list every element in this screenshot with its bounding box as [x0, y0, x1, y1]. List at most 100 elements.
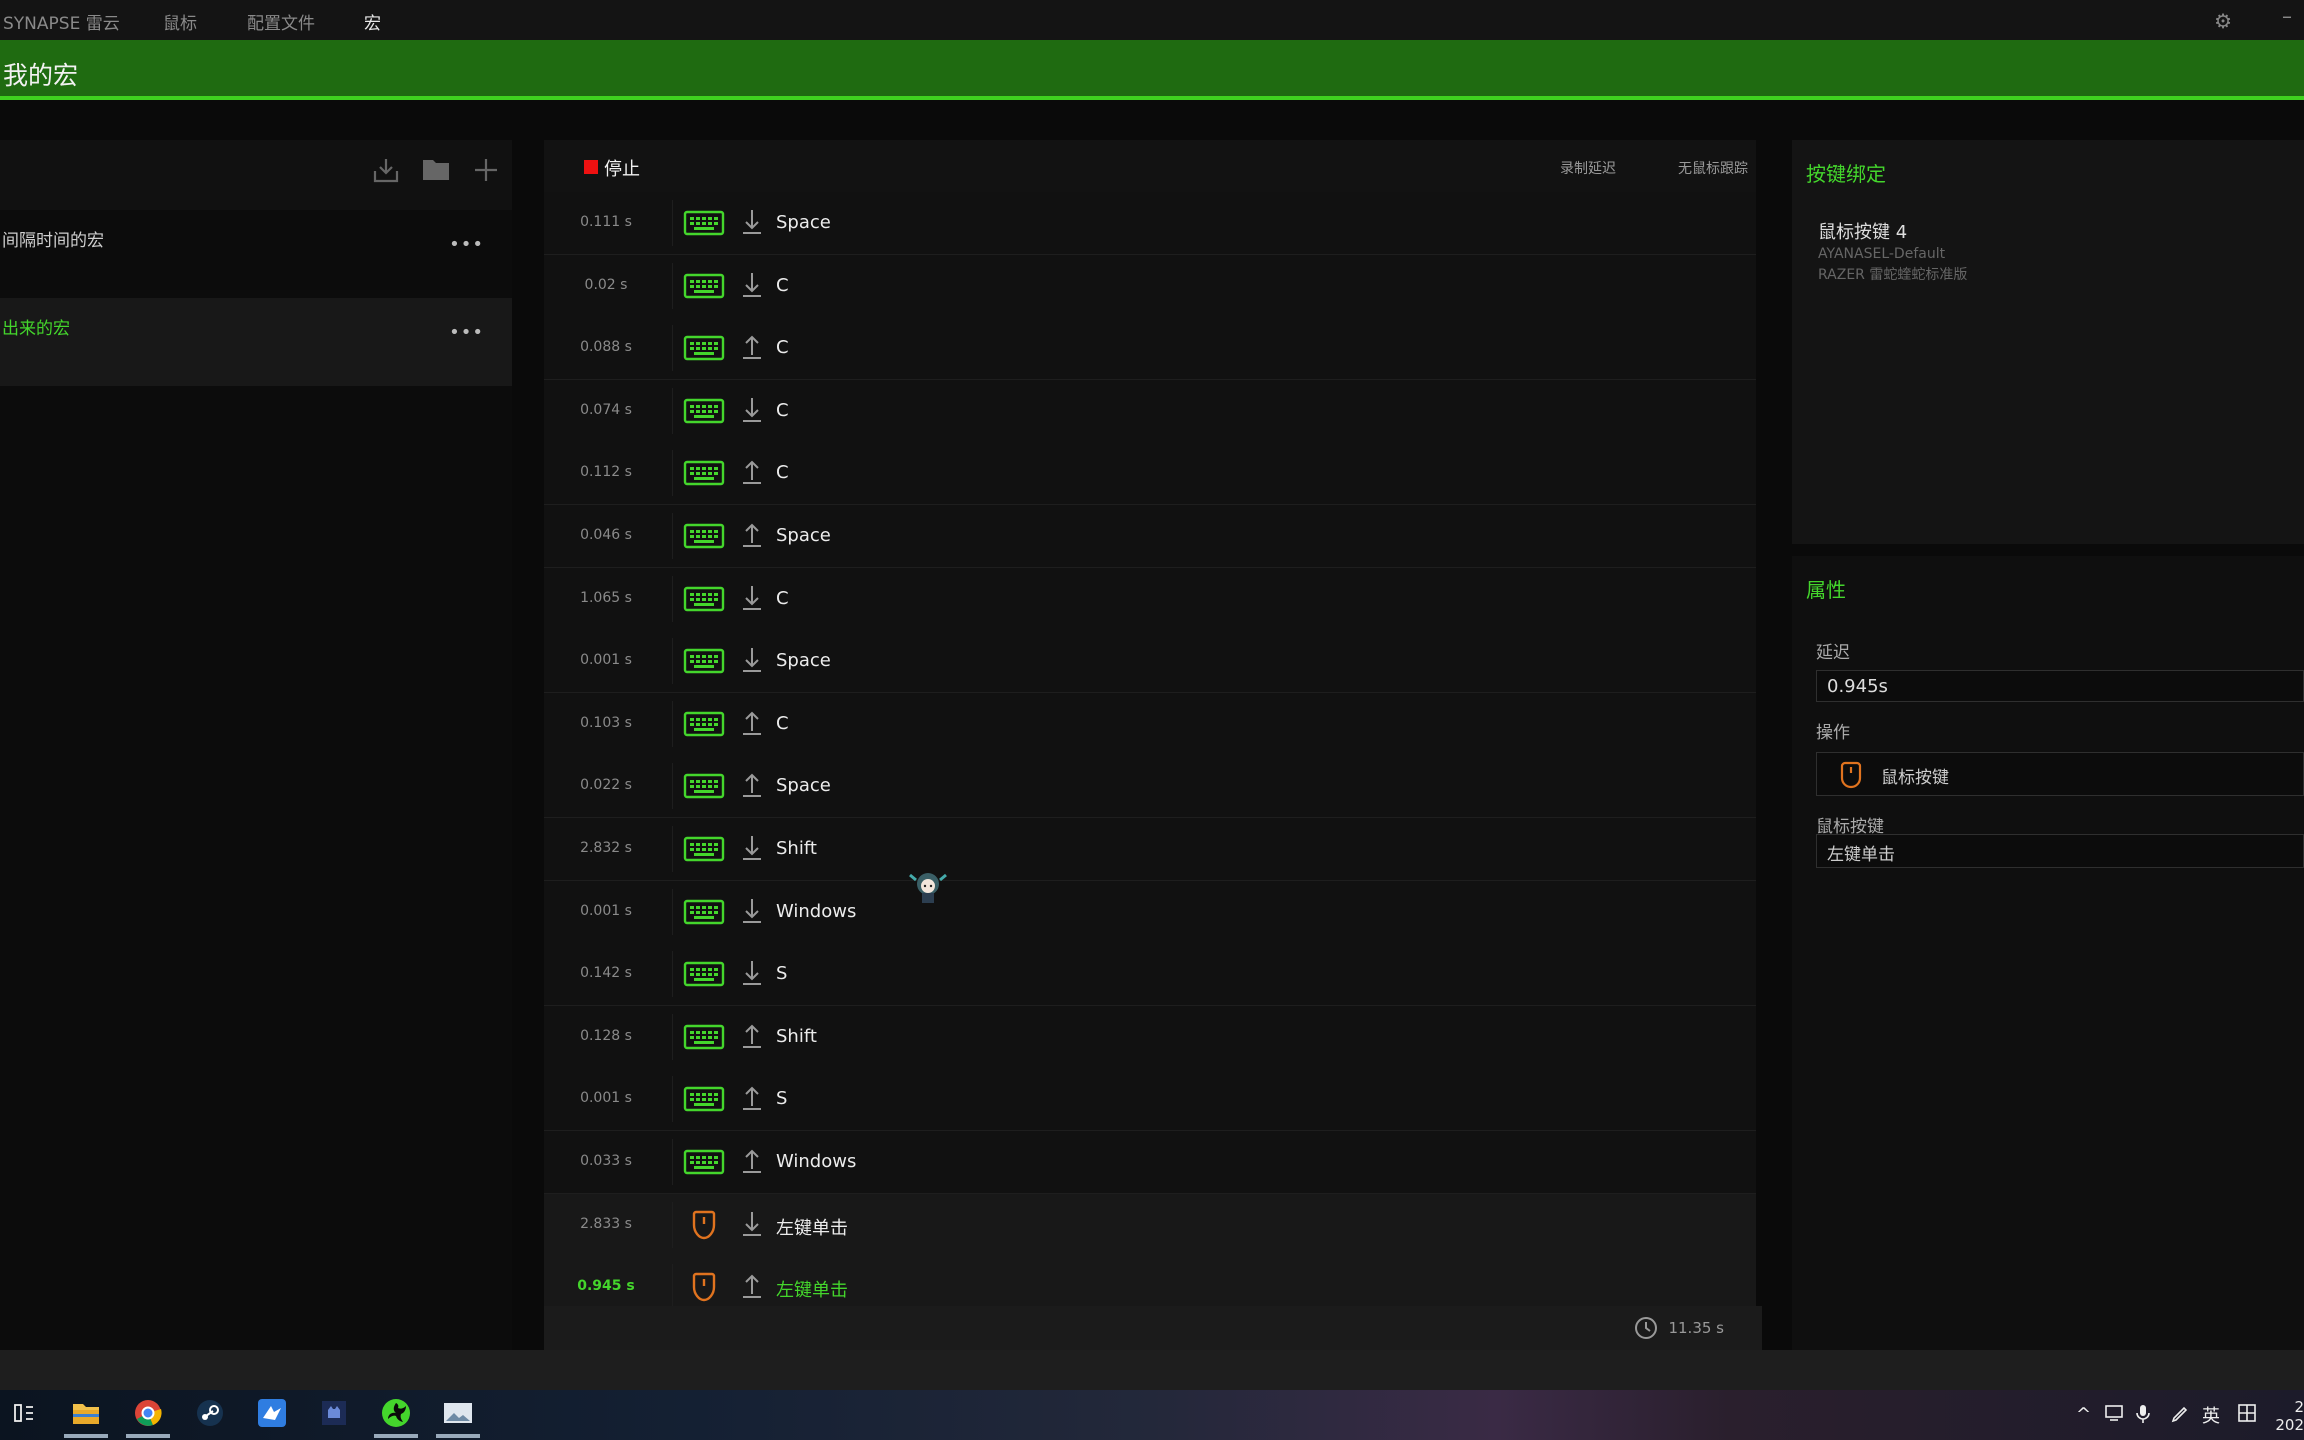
record-delay-toggle[interactable]: 录制延迟 [1560, 158, 1616, 178]
key-down-icon [740, 895, 764, 925]
event-delay: 0.001 s [580, 1090, 632, 1107]
macro-event-row[interactable]: 0.103 s C [544, 692, 1756, 756]
image-viewer-icon[interactable] [434, 1391, 482, 1438]
key-down-icon [740, 582, 764, 612]
import-icon[interactable] [372, 156, 400, 191]
tray-chevron-icon[interactable]: ^ [2076, 1404, 2091, 1425]
key-up-icon [740, 1020, 764, 1050]
microphone-icon[interactable] [2136, 1404, 2150, 1429]
pen-icon[interactable] [2170, 1404, 2190, 1429]
row-divider [672, 1076, 673, 1123]
macro-event-row[interactable]: 0.088 s C [544, 317, 1756, 381]
macro-event-row[interactable]: 0.046 s Space [544, 505, 1756, 568]
windows-taskbar: ^ 英 2 202 [0, 1390, 2304, 1440]
app-name: SYNAPSE 雷云 [3, 14, 120, 34]
macro-event-row[interactable]: 0.001 s Space [544, 630, 1756, 694]
chrome-icon[interactable] [124, 1391, 172, 1438]
menu-mouse[interactable]: 鼠标 [163, 9, 197, 34]
delay-value: 0.945s [1827, 676, 1888, 697]
row-divider [672, 638, 673, 685]
row-divider [672, 826, 673, 872]
event-delay: 0.103 s [580, 714, 632, 731]
macro-event-row[interactable]: 2.832 s Shift [544, 818, 1756, 881]
event-delay: 0.046 s [580, 527, 632, 543]
macro-event-row[interactable]: 0.022 s Space [544, 755, 1756, 819]
keyboard-icon [682, 1022, 726, 1052]
macro-event-row[interactable]: 0.02 s C [544, 254, 1756, 318]
stop-label: 停止 [604, 159, 640, 180]
macro-event-row[interactable]: 0.128 s Shift [544, 1005, 1756, 1069]
keyboard-icon [682, 834, 726, 864]
macro-event-row[interactable]: 0.001 s S [544, 1068, 1756, 1132]
menu-macro[interactable]: 宏 [364, 9, 381, 34]
event-key: 左键单击 [776, 1217, 848, 1239]
row-divider [672, 325, 673, 372]
network-icon[interactable] [2104, 1404, 2124, 1427]
row-divider [672, 450, 673, 497]
gear-icon[interactable]: ⚙ [2214, 9, 2232, 33]
top-menu-bar: SYNAPSE 雷云 鼠标 配置文件 宏 ⚙ – [0, 0, 2304, 40]
row-divider [672, 888, 673, 935]
no-mouse-tracking-toggle[interactable]: 无鼠标跟踪 [1678, 158, 1748, 178]
key-down-icon [740, 394, 764, 424]
mouse-icon [1840, 761, 1862, 789]
event-key: Shift [776, 1025, 817, 1047]
razer-synapse-icon[interactable] [372, 1391, 420, 1438]
event-key: Windows [776, 1151, 857, 1172]
keyboard-icon [682, 333, 726, 363]
row-divider [672, 763, 673, 810]
minimize-icon[interactable]: – [2282, 4, 2292, 28]
macro-event-row[interactable]: 0.001 s Windows [544, 880, 1756, 944]
ime-language-indicator[interactable]: 英 [2202, 1402, 2220, 1428]
bird-app-icon[interactable] [248, 1391, 296, 1435]
key-up-icon [740, 707, 764, 737]
key-down-icon [740, 644, 764, 674]
delay-input[interactable]: 0.945s [1816, 670, 2304, 702]
macro-event-row[interactable]: 0.111 s Space [544, 192, 1756, 255]
steam-icon[interactable] [186, 1391, 234, 1435]
properties-title: 属性 [1806, 578, 1846, 602]
folder-icon[interactable] [422, 156, 450, 189]
desktop-pet-sticker[interactable] [908, 866, 948, 906]
key-up-icon [740, 331, 764, 361]
task-view-icon[interactable] [0, 1391, 48, 1435]
event-delay: 0.945 s [577, 1278, 635, 1295]
more-options-icon[interactable]: ••• [449, 234, 484, 255]
clock-date: 202 [2275, 1416, 2304, 1434]
event-delay: 2.833 s [580, 1215, 632, 1232]
event-key: C [776, 337, 789, 359]
row-divider [672, 262, 673, 309]
more-options-icon[interactable]: ••• [449, 322, 484, 343]
add-macro-icon[interactable] [472, 156, 500, 191]
recorder-toolbar: 停止 录制延迟 无鼠标跟踪 [544, 140, 1756, 192]
macro-event-row[interactable]: 2.833 s 左键单击 [544, 1193, 1756, 1257]
macro-list-toolbar [0, 140, 512, 210]
system-clock[interactable]: 2 202 [2275, 1398, 2304, 1434]
row-divider [672, 513, 673, 559]
macro-event-row[interactable]: 0.074 s C [544, 379, 1756, 443]
event-delay: 2.832 s [580, 840, 632, 856]
cat-app-icon[interactable] [310, 1391, 358, 1435]
device-name: RAZER 雷蛇蝰蛇标准版 [1818, 267, 1968, 283]
event-delay: 0.022 s [580, 777, 632, 794]
macro-item-selected[interactable]: 出来的宏 ••• [0, 298, 512, 386]
ime-mode-icon[interactable] [2238, 1404, 2256, 1427]
page-header: 我的宏 [0, 40, 2304, 100]
macro-event-row[interactable]: 1.065 s C [544, 567, 1756, 631]
keyboard-icon [682, 959, 726, 989]
macro-item[interactable]: 间隔时间的宏 ••• [0, 210, 512, 298]
event-delay: 0.001 s [580, 902, 632, 919]
file-explorer-icon[interactable] [62, 1391, 110, 1438]
mouse-button-select[interactable]: 左键单击 [1816, 834, 2304, 868]
event-key: S [776, 963, 788, 985]
macro-event-row[interactable]: 0.142 s S [544, 943, 1756, 1007]
macro-event-row[interactable]: 0.112 s C [544, 442, 1756, 506]
menu-profiles[interactable]: 配置文件 [247, 9, 315, 34]
event-key: Space [776, 212, 831, 233]
action-select[interactable]: 鼠标按键 [1816, 752, 2304, 796]
event-delay: 0.128 s [580, 1027, 632, 1044]
macro-event-row[interactable]: 0.033 s Windows [544, 1131, 1756, 1194]
keyboard-icon [682, 458, 726, 488]
key-down-icon [740, 206, 764, 236]
recorder-footer: 11.35 s [544, 1306, 1762, 1350]
